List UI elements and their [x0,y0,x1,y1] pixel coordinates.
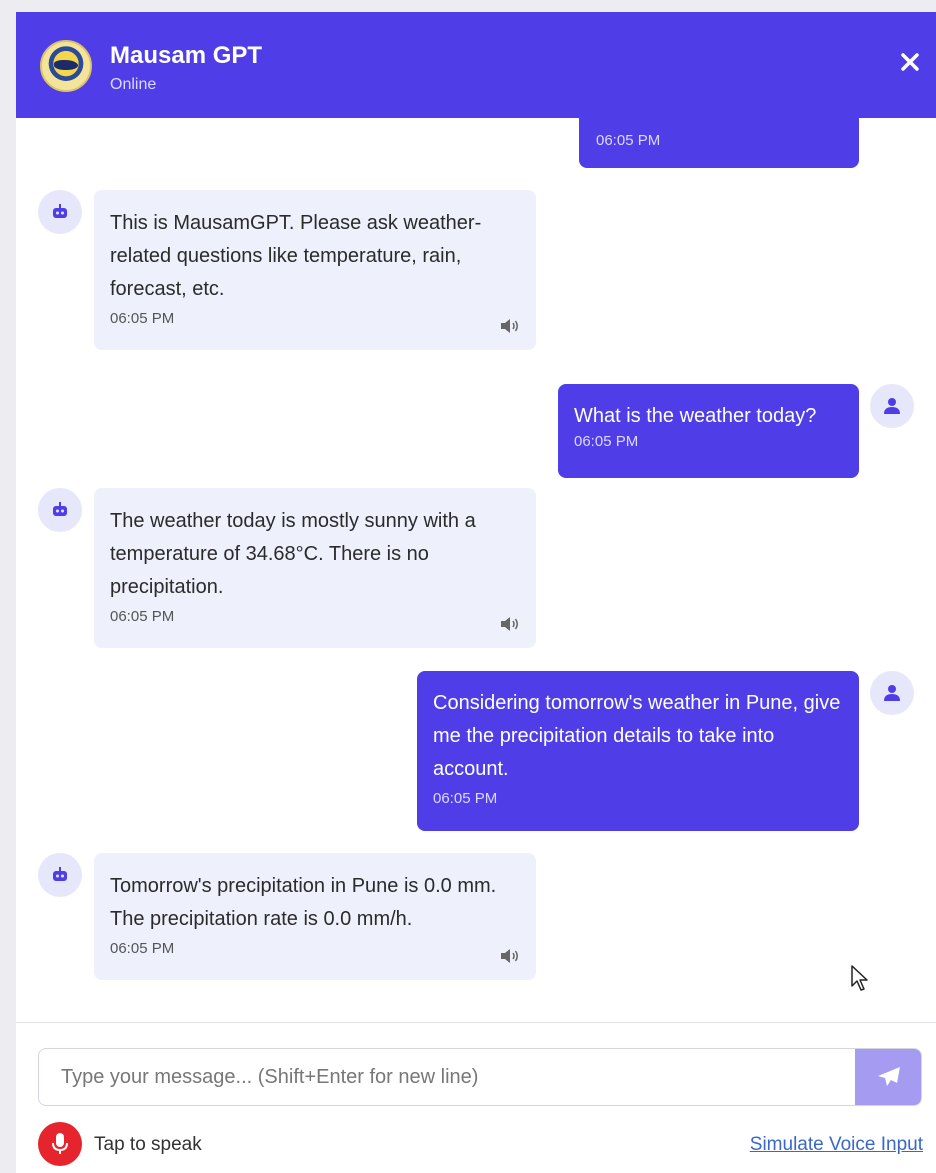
robot-icon [53,502,67,516]
message-time: 06:05 PM [596,132,661,149]
paper-plane-icon [878,1067,900,1086]
chat-window: Mausam GPT Online 06:05 PM This is Mausa… [16,12,936,1173]
user-message: What is the weather today? 06:05 PM [558,384,859,478]
bot-message: The weather today is mostly sunny with a… [94,488,536,648]
user-message: 06:05 PM [579,118,859,168]
mic-button[interactable] [38,1122,82,1166]
microphone-icon [52,1133,68,1154]
message-time: 06:05 PM [110,940,175,957]
tap-to-speak-label: Tap to speak [94,1134,202,1155]
user-icon [884,685,900,701]
robot-icon [53,204,67,218]
robot-icon [53,867,67,881]
message-time: 06:05 PM [110,310,175,327]
chat-title: Mausam GPT [110,42,263,69]
simulate-voice-input-link[interactable]: Simulate Voice Input [750,1134,923,1156]
bot-message: Tomorrow's precipitation in Pune is 0.0 … [94,853,536,980]
bot-avatar [38,190,82,234]
user-message: Considering tomorrow's weather in Pune, … [417,671,859,831]
message-text: The weather today is mostly sunny with a… [110,510,476,598]
speaker-icon[interactable] [500,616,520,632]
online-status: Online [110,76,157,93]
message-list[interactable]: 06:05 PM This is MausamGPT. Please ask w… [16,118,936,1022]
user-avatar [870,671,914,715]
message-text: What is the weather today? [574,405,817,427]
bot-avatar [38,488,82,532]
message-text: Tomorrow's precipitation in Pune is 0.0 … [110,875,497,930]
speaker-icon[interactable] [500,318,520,334]
close-icon[interactable] [898,50,922,74]
mouse-cursor-icon [850,964,870,997]
composer-divider [16,1022,936,1023]
message-input[interactable] [39,1049,857,1105]
message-time: 06:05 PM [433,790,498,807]
composer [38,1048,922,1106]
speaker-icon[interactable] [500,948,520,964]
message-time: 06:05 PM [574,433,639,450]
mausam-logo [40,40,92,92]
message-text: This is MausamGPT. Please ask weather-re… [110,212,482,300]
message-time: 06:05 PM [110,608,175,625]
message-text: Considering tomorrow's weather in Pune, … [433,692,841,780]
user-icon [884,398,900,414]
bot-message: This is MausamGPT. Please ask weather-re… [94,190,536,350]
bot-avatar [38,853,82,897]
send-button[interactable] [855,1049,921,1105]
user-avatar [870,384,914,428]
chat-header: Mausam GPT Online [16,12,936,118]
